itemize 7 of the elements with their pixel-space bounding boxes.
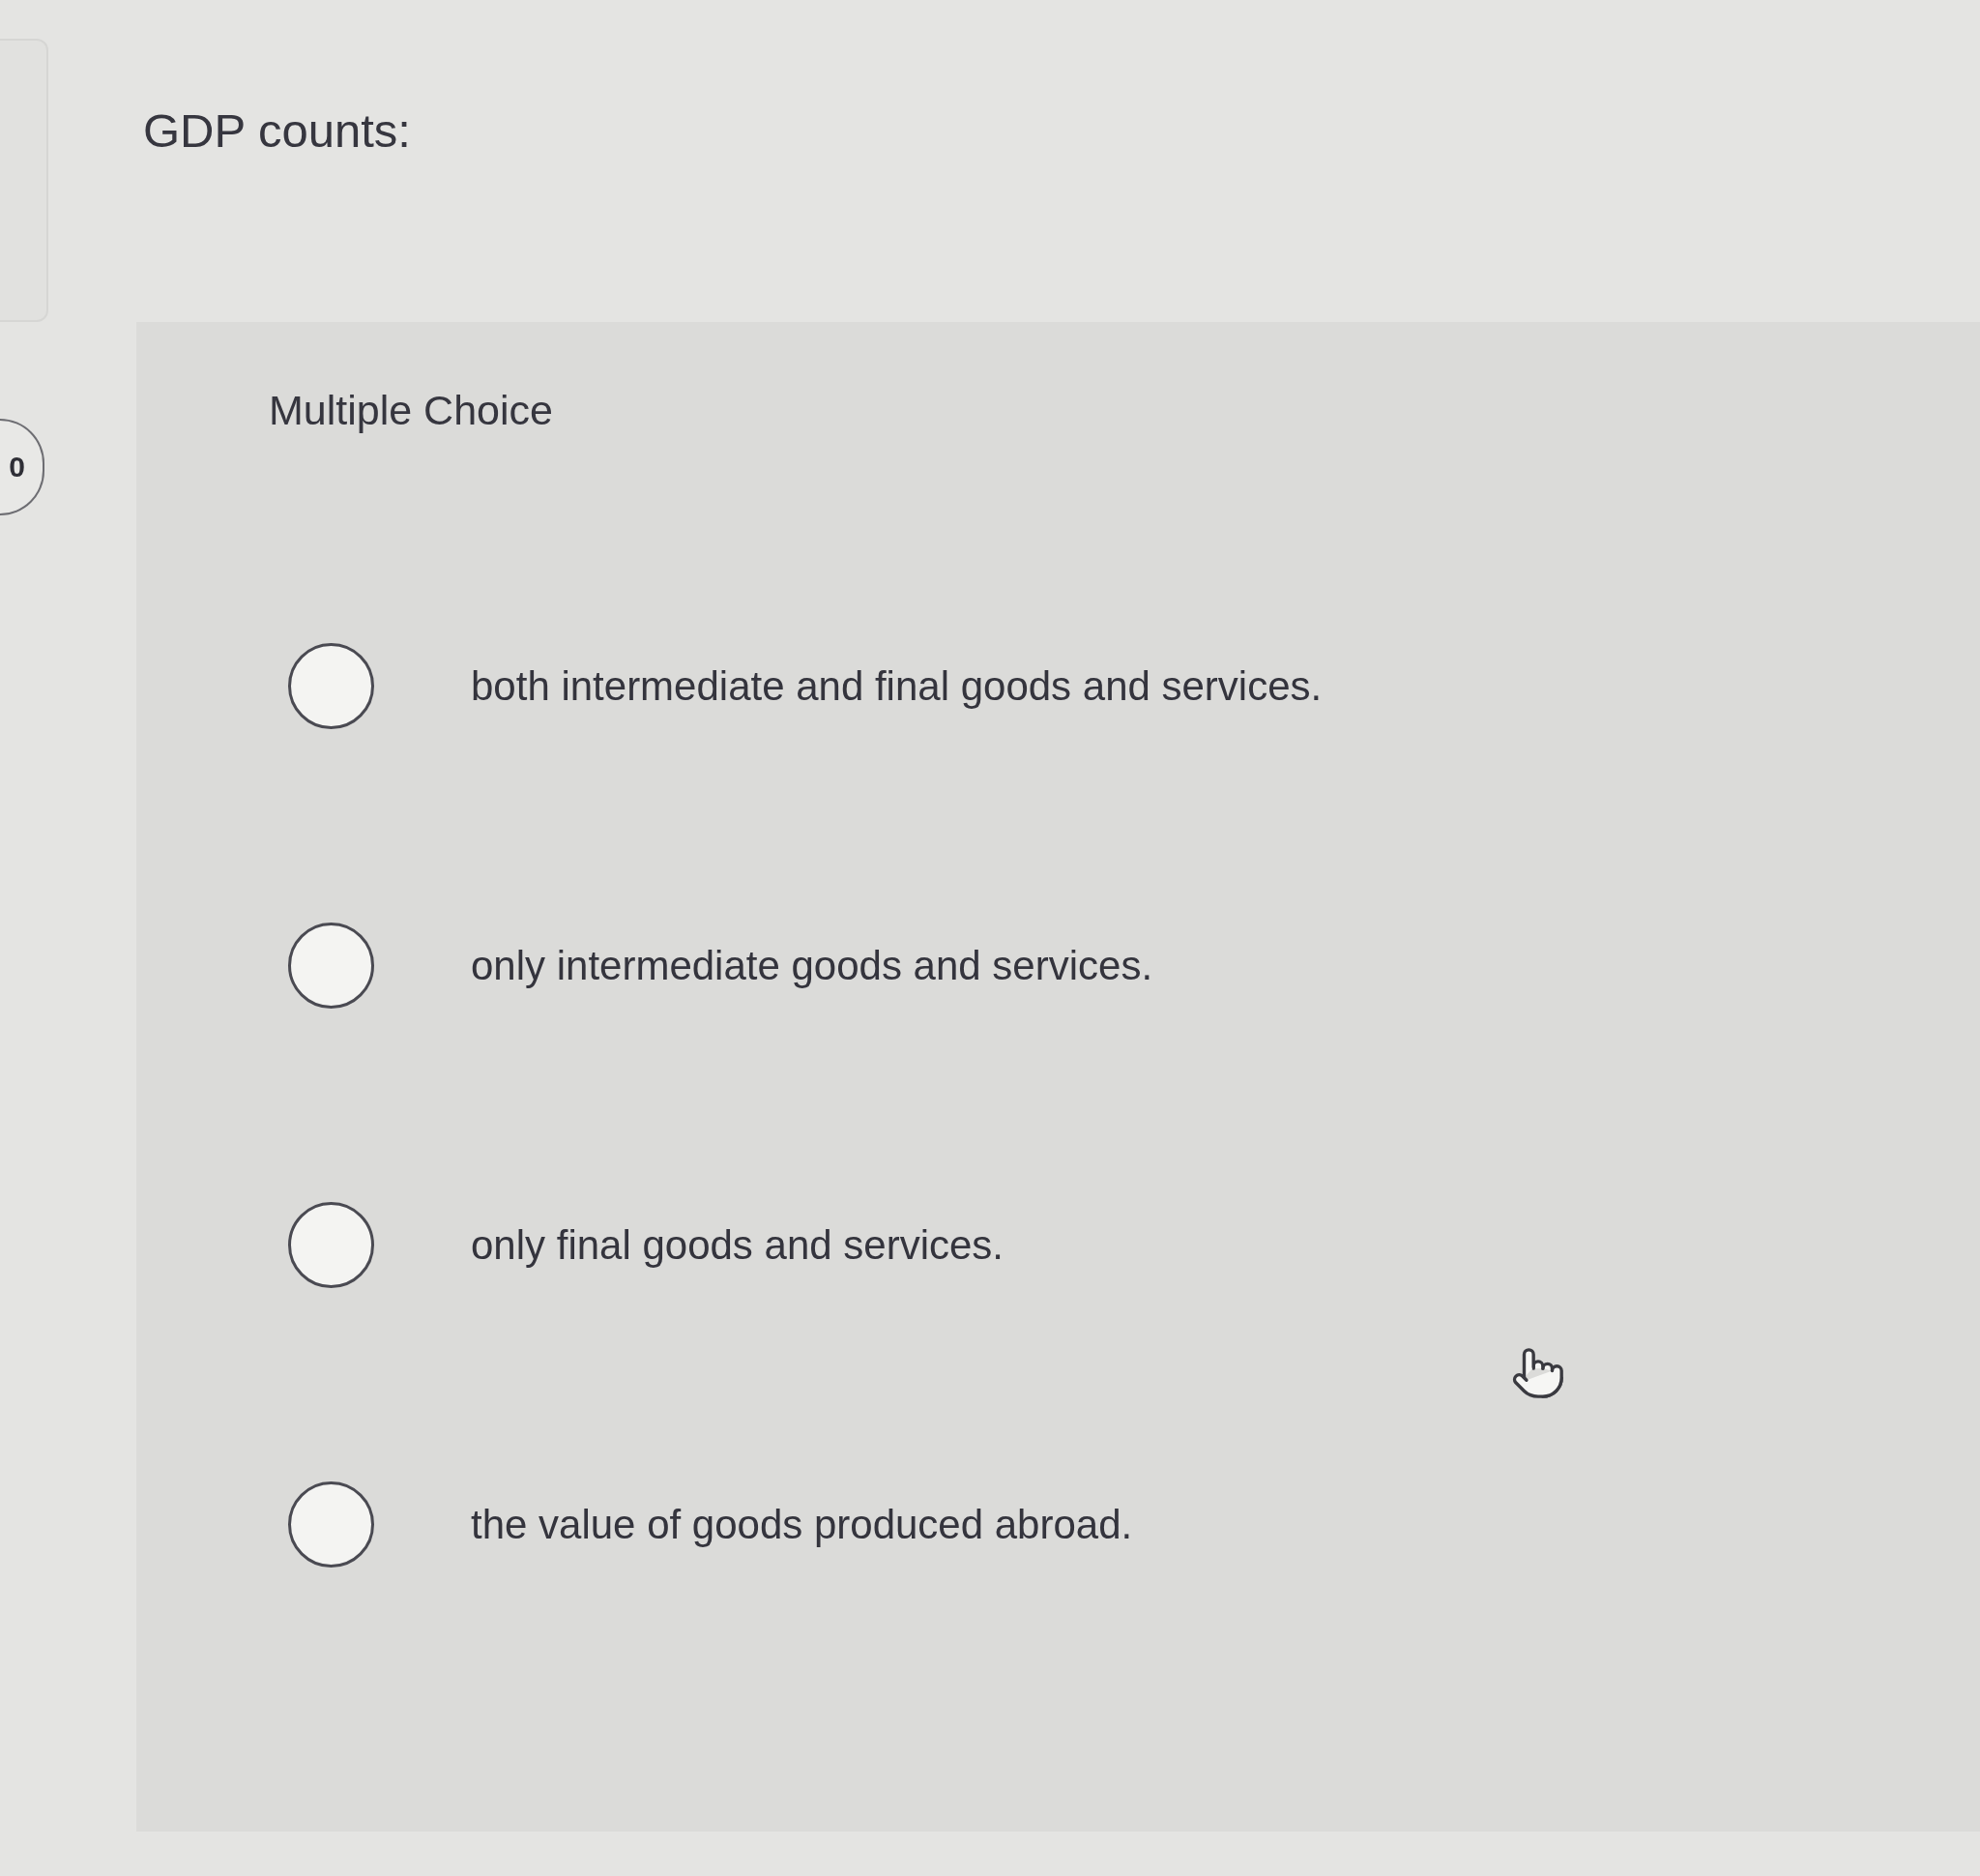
option-label[interactable]: both intermediate and final goods and services. — [471, 661, 1323, 711]
question-type-heading: Multiple Choice — [269, 386, 553, 434]
question-number-badge[interactable]: 0 — [0, 419, 44, 515]
option-label[interactable]: only final goods and services. — [471, 1220, 1004, 1270]
question-prompt: GDP counts: — [143, 103, 411, 159]
option-label[interactable]: only intermediate goods and services. — [471, 941, 1153, 990]
option-label[interactable]: the value of goods produced abroad. — [471, 1500, 1133, 1549]
